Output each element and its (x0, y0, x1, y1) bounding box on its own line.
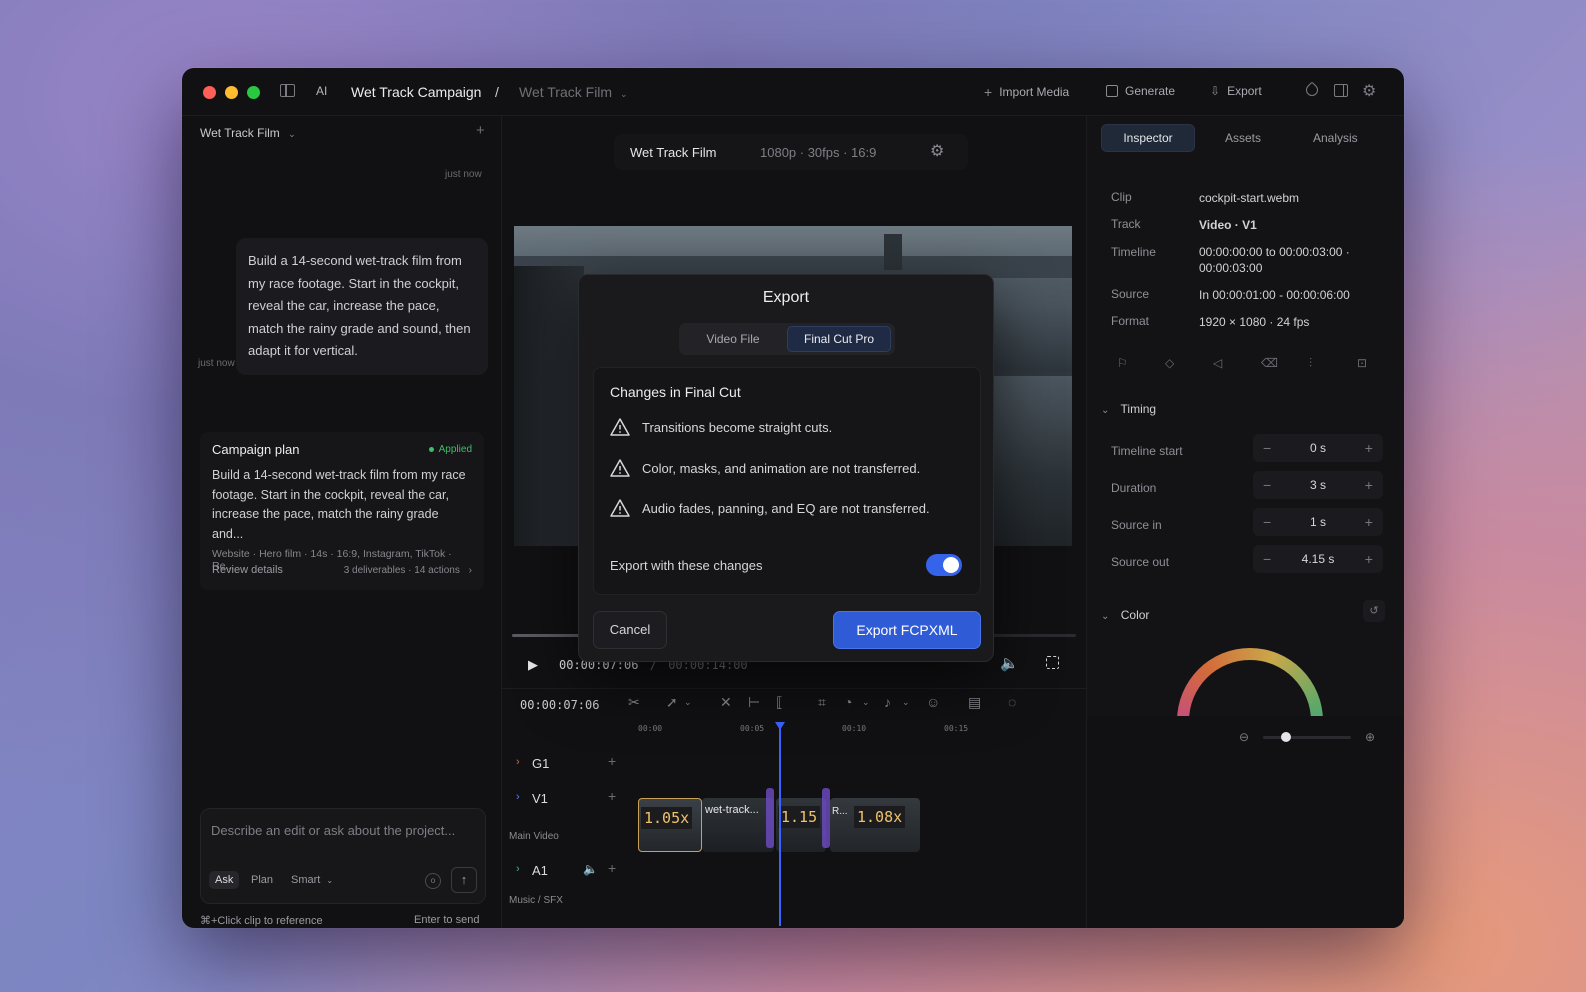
export-with-changes-label: Export with these changes (610, 558, 763, 573)
change-text: Color, masks, and animation are not tran… (642, 460, 921, 476)
export-format-tabs: Video File Final Cut Pro (679, 323, 895, 355)
warning-icon (610, 418, 630, 436)
change-item: Color, masks, and animation are not tran… (610, 459, 920, 477)
export-with-changes-toggle[interactable] (926, 554, 962, 576)
changes-title: Changes in Final Cut (610, 384, 741, 400)
warning-icon (610, 499, 630, 517)
export-fcpxml-button[interactable]: Export FCPXML (833, 611, 981, 649)
change-item: Audio fades, panning, and EQ are not tra… (610, 499, 930, 517)
change-text: Transitions become straight cuts. (642, 419, 833, 435)
export-dialog: Export Video File Final Cut Pro Changes … (578, 274, 994, 662)
warning-icon (610, 459, 630, 477)
app-window: AI Wet Track Campaign / Wet Track Film ⌄… (182, 68, 1404, 928)
cancel-button[interactable]: Cancel (593, 611, 667, 649)
export-dialog-title: Export (762, 289, 810, 306)
tab-final-cut-pro[interactable]: Final Cut Pro (787, 326, 891, 352)
change-text: Audio fades, panning, and EQ are not tra… (642, 500, 930, 516)
toggle-knob (943, 557, 959, 573)
change-item: Transitions become straight cuts. (610, 418, 832, 436)
tab-video-file[interactable]: Video File (683, 326, 783, 352)
final-cut-changes-panel: Changes in Final Cut Transitions become … (593, 367, 981, 595)
